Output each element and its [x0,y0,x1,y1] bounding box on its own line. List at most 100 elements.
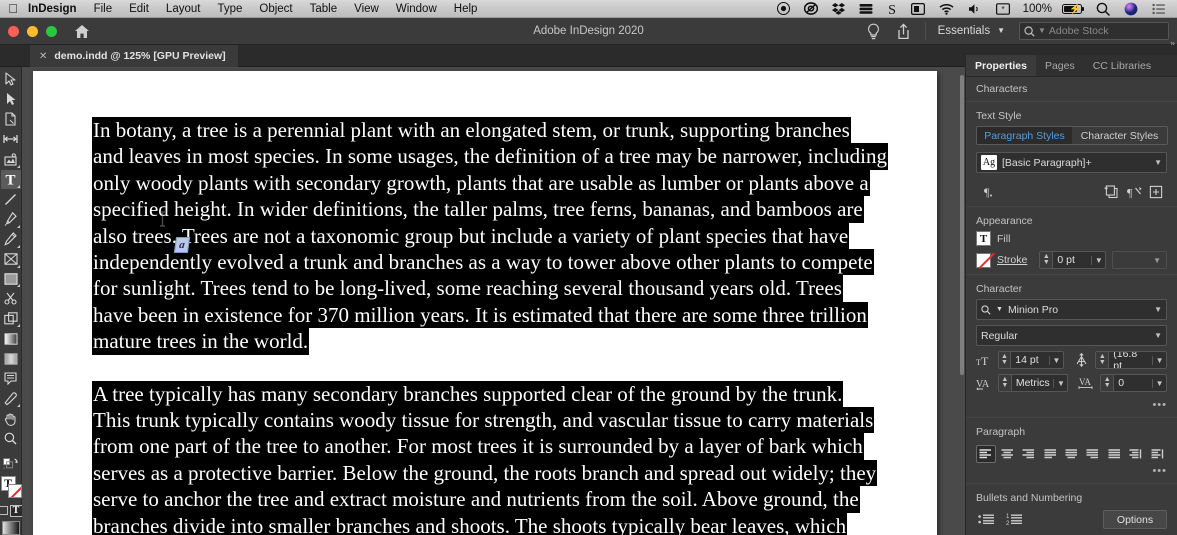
battery-charging-icon[interactable]: ⚡ [1055,3,1089,15]
stepper-arrows-icon[interactable]: ▲ ▼ [998,375,1012,391]
stroke-label[interactable]: Stroke [997,254,1027,266]
pencil-tool[interactable] [1,230,21,249]
menu-item-edit[interactable]: Edit [121,0,158,18]
paragraph-mark-icon[interactable]: ¶ [976,183,998,200]
align-left-button[interactable] [976,445,996,463]
direct-selection-tool[interactable] [1,90,21,109]
justify-left-button[interactable] [1040,445,1059,463]
apply-gradient-icon[interactable] [1,520,20,535]
content-collector-tool[interactable] [1,150,21,169]
dropbox-icon[interactable] [825,2,852,15]
tab-cc-libraries[interactable]: CC Libraries [1084,55,1160,76]
screen-record-icon[interactable] [770,2,797,15]
stepper-arrows-icon[interactable]: ▲ ▼ [1101,375,1115,391]
align-away-from-spine-button[interactable] [1148,445,1167,463]
menu-item-type[interactable]: Type [209,0,251,18]
siri-icon[interactable] [1117,2,1145,16]
stroke-swatch[interactable] [7,484,22,499]
redefine-style-icon[interactable] [1145,183,1167,200]
font-family-dropdown[interactable]: ▼ Minion Pro ▼ [976,299,1167,320]
tab-properties[interactable]: Properties [966,55,1036,76]
paragraph-styles-button[interactable]: Paragraph Styles [977,127,1072,144]
align-toward-spine-button[interactable] [1126,445,1145,463]
note-tool[interactable] [1,369,21,388]
paragraph-style-dropdown[interactable]: Ag [Basic Paragraph]+ ▼ [976,152,1167,173]
tab-pages[interactable]: Pages [1036,55,1084,76]
menu-item-window[interactable]: Window [387,0,445,18]
search-icon[interactable] [1089,2,1117,16]
chevron-down-icon[interactable]: ▼ [1091,255,1105,265]
input-source-icon[interactable]: * [989,2,1017,15]
stepper-arrows-icon[interactable]: ▲ ▼ [1096,352,1110,368]
workspace-switcher[interactable]: Essentials ▼ [932,25,1011,37]
share-icon[interactable] [889,19,919,43]
control-center-icon[interactable] [1145,3,1173,15]
chevron-down-icon[interactable]: ▼ [1152,378,1166,388]
selection-tool[interactable] [1,70,21,89]
zoom-window-button[interactable] [46,25,57,37]
scissors-tool[interactable] [1,289,21,308]
formatting-affects-text-icon[interactable]: T [9,504,23,517]
home-icon[interactable] [71,20,93,42]
gradient-feather-tool[interactable] [1,349,21,368]
justify-all-button[interactable] [1105,445,1124,463]
menu-item-indesign[interactable]: InDesign [26,0,85,18]
creative-cloud-icon[interactable] [797,2,825,15]
new-style-icon[interactable] [1101,183,1123,200]
chevron-down-icon[interactable]: ▼ [1053,378,1067,388]
fill-swatch[interactable]: T [976,231,991,246]
gap-tool[interactable] [1,130,21,149]
page-tool[interactable] [1,110,21,129]
document-canvas[interactable]: In botany, a tree is a perennial plant w… [22,67,965,535]
bulleted-list-icon[interactable] [976,511,998,529]
stepper-arrows-icon[interactable]: ▲ ▼ [998,352,1012,368]
character-more-options-button[interactable]: ••• [966,397,1177,415]
menu-item-help[interactable]: Help [445,0,486,18]
pen-tool[interactable] [1,210,21,229]
font-size-stepper[interactable]: ▲ ▼ 14 pt ▼ [997,351,1064,369]
close-window-button[interactable] [8,25,19,37]
minimize-window-button[interactable] [27,25,38,37]
zoom-tool[interactable] [1,429,21,448]
frame-tool[interactable] [1,250,21,269]
align-center-button[interactable] [998,445,1017,463]
line-tool[interactable] [1,190,21,209]
eyedropper-tool[interactable] [1,389,21,408]
menu-item-file[interactable]: File [85,0,121,18]
stroke-type-dropdown[interactable]: ▼ [1112,251,1167,269]
paragraph-more-options-button[interactable]: ••• [966,463,1177,481]
chevron-down-icon[interactable]: ▼ [1049,355,1062,365]
menu-item-layout[interactable]: Layout [157,0,209,18]
menu-item-view[interactable]: View [346,0,388,18]
backup-icon[interactable] [852,3,880,15]
stepper-arrows-icon[interactable]: ▲ ▼ [1040,252,1054,268]
document-tab[interactable]: ✕ demo.indd @ 125% [GPU Preview] [30,45,238,67]
close-icon[interactable]: ✕ [39,51,47,62]
menu-item-object[interactable]: Object [251,0,301,18]
lightbulb-icon[interactable] [859,19,889,43]
skitch-s-icon[interactable]: S [880,2,904,16]
leading-stepper[interactable]: ▲ ▼ (16.8 pt ▼ [1095,351,1167,369]
clear-overrides-icon[interactable]: ¶ [1123,183,1145,200]
justify-right-button[interactable] [1083,445,1102,463]
free-transform-tool[interactable] [1,309,21,328]
document-page[interactable]: In botany, a tree is a perennial plant w… [33,71,937,535]
type-tool[interactable]: T [0,169,21,189]
stroke-weight-stepper[interactable]: ▲ ▼ 0 pt ▼ [1039,251,1107,269]
adobe-stock-search-input[interactable]: ▼ Adobe Stock [1019,22,1169,40]
gradient-swatch-tool[interactable] [1,329,21,348]
menu-item-table[interactable]: Table [301,0,346,18]
scrollbar-thumb[interactable] [960,75,964,375]
volume-icon[interactable] [961,3,989,15]
apple-logo-icon[interactable]:  [0,2,26,16]
align-right-button[interactable] [1019,445,1038,463]
rectangle-tool[interactable] [1,270,21,289]
text-frame[interactable]: In botany, a tree is a perennial plant w… [92,117,928,535]
tracking-stepper[interactable]: ▲ ▼ 0 ▼ [1100,374,1167,392]
formatting-affects-container-icon[interactable] [0,506,8,516]
chevron-down-icon[interactable]: ▼ [1152,355,1166,365]
character-styles-button[interactable]: Character Styles [1072,127,1167,144]
kerning-stepper[interactable]: ▲ ▼ Metrics ▼ [997,374,1069,392]
stroke-swatch[interactable] [976,252,991,268]
wifi-icon[interactable] [932,3,961,15]
